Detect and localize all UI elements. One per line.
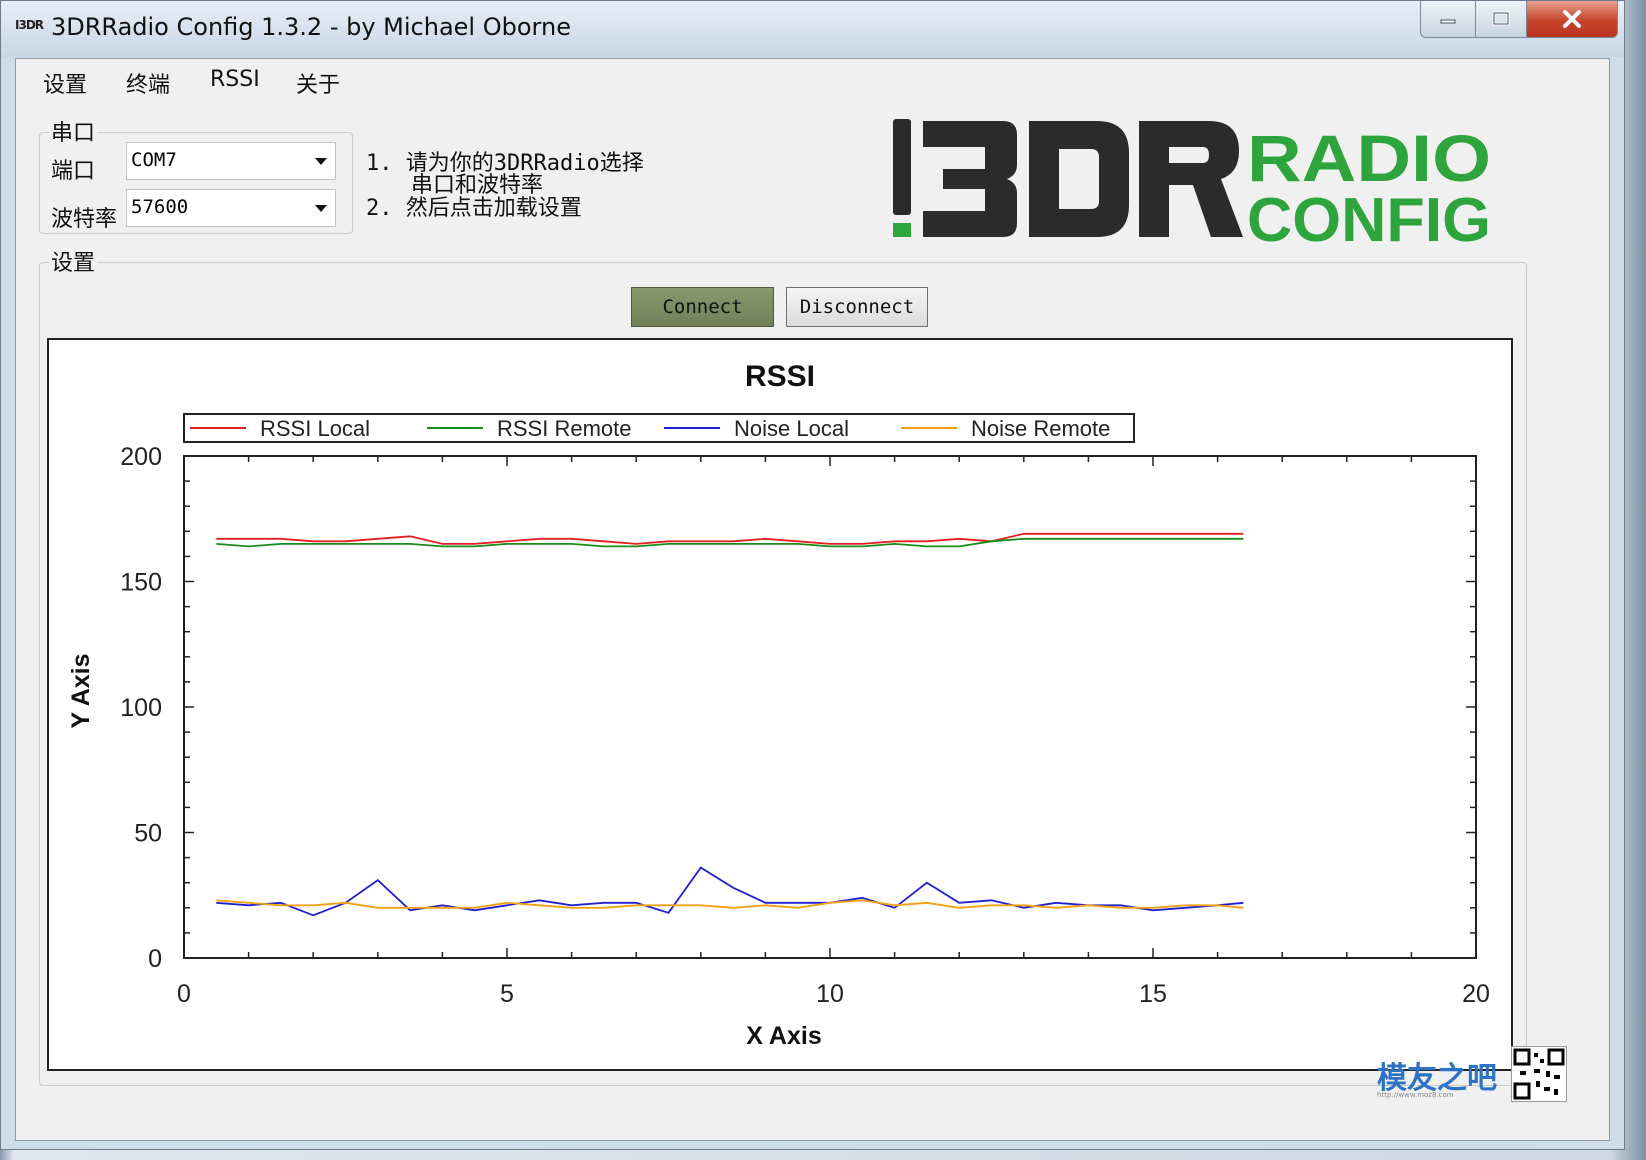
baud-value: 57600	[131, 196, 189, 218]
y-tick-label: 150	[120, 569, 162, 597]
menu-settings[interactable]: 设置	[43, 67, 87, 99]
y-tick-label: 50	[134, 820, 162, 848]
close-icon	[1563, 10, 1581, 28]
serial-group-label: 串口	[49, 115, 98, 147]
port-value: COM7	[131, 149, 177, 171]
chevron-down-icon	[315, 205, 327, 212]
x-tick-label: 20	[1462, 980, 1490, 1008]
3dr-radio-config-logo: RADIO CONFIG	[893, 119, 1491, 245]
port-select[interactable]: COM7	[126, 142, 336, 180]
disconnect-button[interactable]: Disconnect	[786, 287, 928, 327]
connect-button[interactable]: Connect	[631, 287, 774, 327]
x-tick-label: 10	[816, 980, 844, 1008]
app-icon: I3DR	[15, 18, 44, 32]
instruction-step-2: 2. 然后点击加载设置	[366, 196, 582, 221]
legend-label: Noise Remote	[971, 416, 1110, 441]
maximize-button[interactable]	[1475, 1, 1527, 38]
chart-title: RSSI	[745, 360, 815, 393]
chevron-down-icon	[315, 158, 327, 165]
qr-code-icon	[1513, 1048, 1565, 1100]
close-button[interactable]	[1526, 1, 1618, 38]
rssi-chart-panel: RSSI 0 50 100 150 200 0 5 10 15 20 X Axis Y Axis RSSI…	[47, 338, 1513, 1071]
x-tick-label: 0	[177, 980, 191, 1008]
legend-label: RSSI Remote	[497, 416, 632, 441]
maximize-icon	[1492, 11, 1510, 26]
app-window: I3DR 3DRRadio Config 1.3.2 - by Michael …	[0, 0, 1625, 1150]
minimize-icon	[1440, 19, 1456, 24]
minimize-button[interactable]	[1420, 1, 1476, 38]
menu-rssi[interactable]: RSSI	[210, 67, 260, 92]
y-tick-label: 100	[120, 694, 162, 722]
y-axis-label: Y Axis	[67, 653, 95, 728]
x-tick-label: 5	[500, 980, 514, 1008]
title-bar[interactable]: I3DR 3DRRadio Config 1.3.2 - by Michael …	[1, 1, 1624, 57]
plot-frame	[183, 455, 1477, 959]
qr-code	[1511, 1046, 1567, 1102]
legend-label: Noise Local	[734, 416, 849, 441]
baud-select[interactable]: 57600	[126, 189, 336, 227]
rssi-chart: RSSI 0 50 100 150 200 0 5 10 15 20 X Axis Y Axis RSSI…	[67, 360, 1490, 1050]
menu-terminal[interactable]: 终端	[126, 67, 170, 99]
logo-radio-text: RADIO	[1247, 121, 1491, 195]
watermark-url: http://www.moz8.com	[1377, 1091, 1454, 1099]
menu-about[interactable]: 关于	[296, 67, 340, 99]
logo-config-text: CONFIG	[1247, 186, 1491, 245]
y-tick-label: 0	[148, 945, 162, 973]
y-tick-label: 200	[120, 443, 162, 471]
x-tick-label: 15	[1139, 980, 1167, 1008]
menu-bar: 设置 终端 RSSI 关于	[16, 59, 1609, 107]
series-line	[216, 899, 1244, 909]
x-axis-label: X Axis	[746, 1022, 822, 1050]
port-label: 端口	[51, 159, 96, 184]
settings-group-label: 设置	[49, 245, 98, 277]
baud-label: 波特率	[51, 207, 118, 232]
window-title: 3DRRadio Config 1.3.2 - by Michael Oborn…	[51, 13, 571, 41]
legend-label: RSSI Local	[260, 416, 370, 441]
